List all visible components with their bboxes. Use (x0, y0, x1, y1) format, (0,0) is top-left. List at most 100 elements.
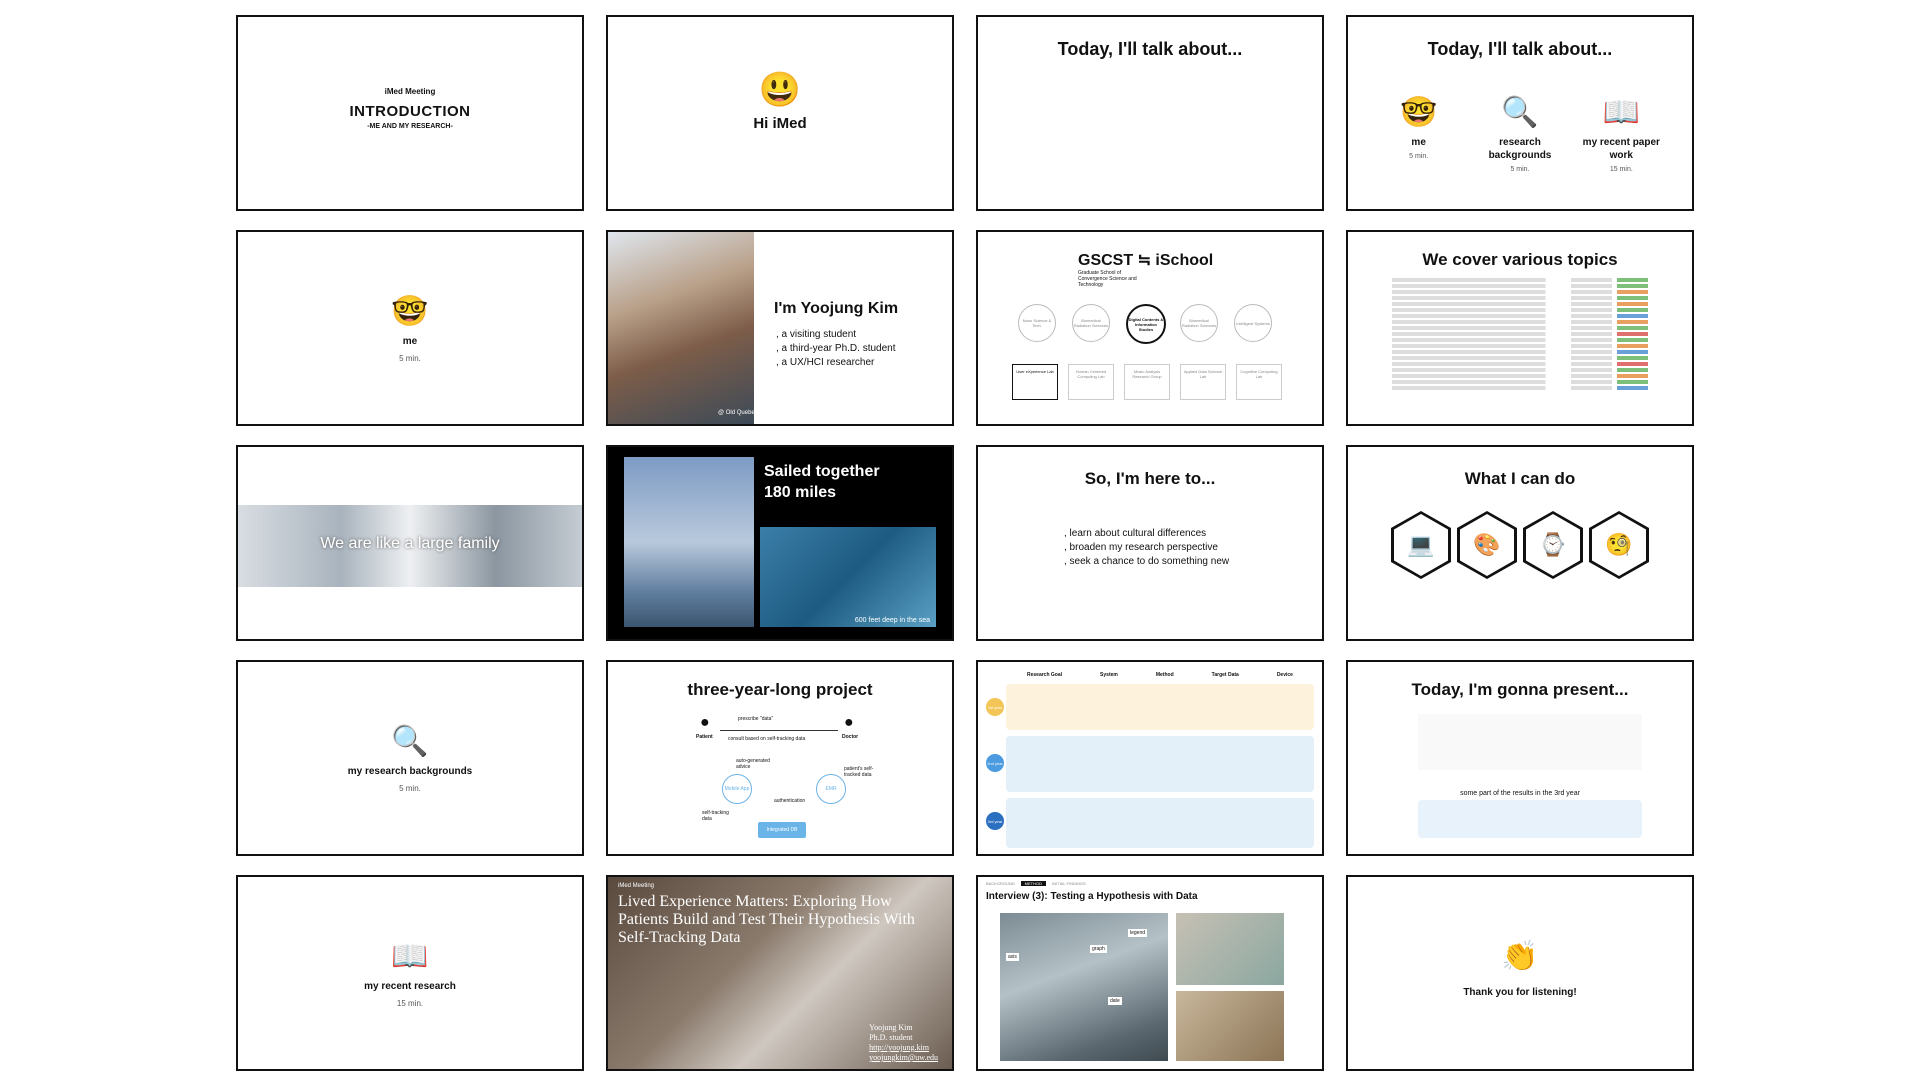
author-block: Yoojung Kim Ph.D. student http://yoojung… (869, 1023, 938, 1063)
lab-box-main: User eXperience Lab (1012, 364, 1058, 400)
highlighted-row (1418, 800, 1642, 838)
slide-3-thumbnail[interactable]: Today, I'll talk about... (976, 15, 1324, 211)
slide-title: Sailed together 180 miles (764, 461, 880, 503)
annotation-tag: axis (1006, 953, 1019, 961)
chart-photo (1176, 991, 1284, 1061)
hexagon: 🧐 (1589, 511, 1649, 579)
diagram-label: prescribe "data" (738, 716, 774, 722)
laptop-icon: 💻 (1407, 532, 1435, 557)
magnifier-icon: 🔍 (391, 725, 429, 758)
monocle-face-icon: 🧐 (1605, 532, 1633, 557)
portrait-photo (608, 232, 754, 424)
presenter-roles: , a visiting student , a third-year Ph.D… (776, 328, 896, 370)
goal-line: , seek a chance to do something new (1064, 556, 1230, 567)
annotation-tag: date (1108, 997, 1122, 1005)
section-tab: INITIAL FINDINGS (1052, 881, 1086, 886)
smiley-icon: 😃 (758, 71, 802, 109)
emr-node: EMR (816, 774, 846, 804)
goals-list: , learn about cultural differences , bro… (1064, 527, 1229, 569)
section-duration: 5 min. (399, 354, 421, 363)
presenter-name: I'm Yoojung Kim (774, 300, 899, 317)
diagram-label: patient's self-tracked data (844, 766, 874, 778)
year-badge: 1st year (986, 698, 1004, 716)
slide-20-thumbnail[interactable]: 👏 Thank you for listening! (1346, 875, 1694, 1071)
column-header: Research Goal (1027, 672, 1063, 678)
arrow-line (720, 730, 838, 731)
slide-10-thumbnail[interactable]: Sailed together 180 miles 600 feet deep … (606, 445, 954, 641)
slide-title: So, I'm here to... (1084, 469, 1216, 488)
year-badge: 3rd year (986, 812, 1004, 830)
agenda-label: me (1411, 137, 1426, 148)
author-email[interactable]: yoojungkim@uw.edu (869, 1053, 938, 1063)
magnifier-icon: 🔍 (1501, 96, 1539, 129)
nerd-face-icon: 🤓 (391, 295, 429, 328)
topics-table (1392, 278, 1648, 398)
slide-1-thumbnail[interactable]: iMed Meeting INTRODUCTION -ME AND MY RES… (236, 15, 584, 211)
hexagon: ⌚ (1523, 511, 1583, 579)
paper-title: Lived Experience Matters: Exploring How … (618, 893, 915, 946)
diagram-label: self-tracking data (702, 810, 729, 822)
goal-line: , broaden my research perspective (1064, 542, 1218, 553)
slide-title: GSCST ≒ iSchool (1078, 252, 1214, 269)
nerd-face-icon: 🤓 (1399, 96, 1438, 129)
role-line: , a third-year Ph.D. student (776, 343, 896, 354)
hexagon: 💻 (1391, 511, 1451, 579)
slide-title: We cover various topics (1422, 250, 1618, 269)
slide-title: three-year-long project (687, 680, 873, 699)
diagram-label: auto-generated advice (736, 758, 770, 770)
sailboat-photo (624, 457, 754, 627)
role-line: , a visiting student (776, 329, 857, 340)
section-duration: 5 min. (399, 784, 421, 793)
book-icon: 📖 (391, 940, 429, 973)
lab-box: Human Centered Computing Lab (1068, 364, 1114, 400)
patient-label: Patient (696, 734, 713, 740)
photo-caption: We are like a large family (320, 535, 500, 552)
slide-12-thumbnail[interactable]: What I can do 💻 🎨 ⌚ 🧐 (1346, 445, 1694, 641)
section-label: my research backgrounds (347, 766, 473, 777)
agenda-label: research backgrounds (1488, 137, 1552, 161)
clapping-hands-icon: 👏 (1501, 940, 1539, 973)
slide-5-thumbnail[interactable]: 🤓 me 5 min. (236, 230, 584, 426)
doctor-label: Doctor (842, 734, 859, 740)
slide-text: Hi iMed (753, 115, 807, 132)
diagram-label: consult based on self-tracking data (728, 736, 806, 742)
agenda-list: 🤓 me 5 min. 🔍 research backgrounds 5 min… (1348, 95, 1692, 173)
slide-15-thumbnail[interactable]: Research Goal System Method Target Data … (976, 660, 1324, 856)
department-node: Intelligent Systems (1234, 304, 1272, 342)
agenda-item: 📖 my recent paper work 15 min. (1576, 95, 1666, 173)
slide-16-thumbnail[interactable]: Today, I'm gonna present... some part of… (1346, 660, 1694, 856)
slide-title: Interview (3): Testing a Hypothesis with… (986, 891, 1198, 902)
author-link[interactable]: http://yoojung.kim (869, 1043, 938, 1053)
slide-2-thumbnail[interactable]: 😃 Hi iMed (606, 15, 954, 211)
slide-18-thumbnail[interactable]: iMed Meeting Lived Experience Matters: E… (606, 875, 954, 1071)
patient-icon: ● (700, 714, 710, 731)
section-tab: BACKGROUND (986, 881, 1015, 886)
lab-box: Music Analysis Research Group (1124, 364, 1170, 400)
slide-7-thumbnail[interactable]: GSCST ≒ iSchool Graduate School of Conve… (976, 230, 1324, 426)
slide-13-thumbnail[interactable]: 🔍 my research backgrounds 5 min. (236, 660, 584, 856)
photo-caption: @ Old Quebec City (718, 410, 770, 416)
slide-11-thumbnail[interactable]: So, I'm here to... , learn about cultura… (976, 445, 1324, 641)
slide-text: Thank you for listening! (1463, 987, 1577, 998)
department-node-main: Digital Contents & Information Studies (1126, 304, 1166, 344)
annotation-tag: graph (1090, 945, 1107, 953)
faded-table (1418, 714, 1642, 770)
year-3-row (1006, 798, 1314, 848)
palette-icon: 🎨 (1473, 532, 1501, 557)
slide-17-thumbnail[interactable]: 📖 my recent research 15 min. (236, 875, 584, 1071)
annotation-tag: legend (1128, 929, 1148, 937)
slide-meta: iMed Meeting (384, 87, 436, 96)
author-name: Yoojung Kim (869, 1023, 913, 1032)
slide-6-thumbnail[interactable]: @ Old Quebec City I'm Yoojung Kim , a vi… (606, 230, 954, 426)
column-header: System (1100, 672, 1118, 678)
lab-box: Cognitive Computing Lab (1236, 364, 1282, 400)
slide-4-thumbnail[interactable]: Today, I'll talk about... 🤓 me 5 min. 🔍 … (1346, 15, 1694, 211)
section-label: me (402, 336, 418, 347)
column-header: Device (1276, 672, 1293, 678)
slide-8-thumbnail[interactable]: We cover various topics (1346, 230, 1694, 426)
slide-19-thumbnail[interactable]: BACKGROUND METHOD INITIAL FINDINGS Inter… (976, 875, 1324, 1071)
slide-14-thumbnail[interactable]: three-year-long project ● Patient ● Doct… (606, 660, 954, 856)
agenda-item: 🔍 research backgrounds 5 min. (1475, 95, 1565, 173)
slide-9-thumbnail[interactable]: We are like a large family (236, 445, 584, 641)
slide-title: Today, I'll talk about... (1057, 39, 1243, 59)
